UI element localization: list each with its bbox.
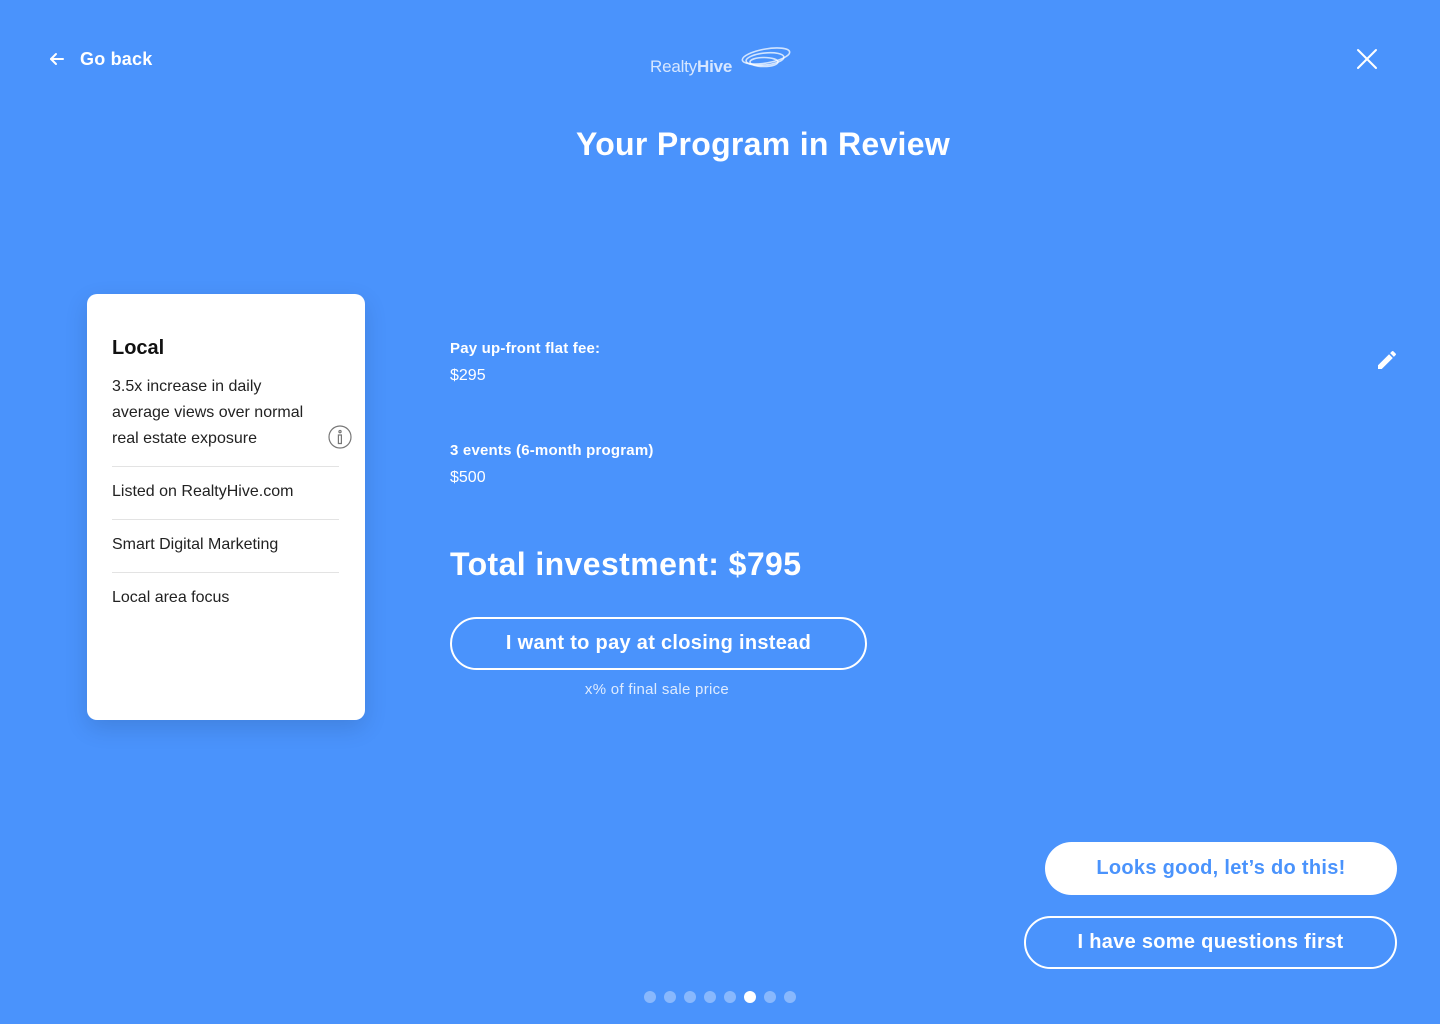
pay-at-closing-note: x% of final sale price: [584, 681, 730, 698]
close-button[interactable]: [1354, 46, 1380, 72]
pencil-icon[interactable]: [1375, 348, 1399, 372]
questions-button[interactable]: I have some questions first: [1024, 916, 1397, 969]
feature-text: 3.5x increase in daily average views ove…: [112, 378, 304, 447]
feature-item: Listed on RealtyHive.com: [112, 466, 339, 519]
feature-item: Smart Digital Marketing: [112, 519, 339, 572]
feature-list: 3.5x increase in daily average views ove…: [112, 374, 352, 625]
program-title: Local: [112, 337, 165, 359]
pagination-dot[interactable]: [704, 991, 716, 1003]
pagination-dot[interactable]: [684, 991, 696, 1003]
logo-swirl-icon: [741, 47, 791, 68]
info-icon[interactable]: [328, 425, 352, 449]
pagination-dot[interactable]: [644, 991, 656, 1003]
events-fee: 3 events (6-month program) $500: [450, 440, 654, 491]
go-back-link[interactable]: Go back: [48, 46, 152, 72]
pagination-dot[interactable]: [724, 991, 736, 1003]
pagination-dots: [644, 991, 796, 1003]
pagination-dot[interactable]: [744, 991, 756, 1003]
total-investment: Total investment: $795: [450, 546, 802, 582]
go-back-label: Go back: [80, 48, 153, 69]
page-title: Your Program in Review: [575, 126, 951, 162]
confirm-button[interactable]: Looks good, let’s do this!: [1045, 842, 1397, 895]
arrow-left-icon: [48, 50, 66, 68]
upfront-fee: Pay up-front flat fee: $295: [450, 338, 600, 389]
pagination-dot[interactable]: [784, 991, 796, 1003]
fee-label: 3 events (6-month program): [450, 442, 654, 459]
fee-value: $500: [450, 469, 486, 486]
program-card: Local 3.5x increase in daily average vie…: [87, 294, 365, 720]
close-icon: [1357, 49, 1377, 69]
feature-item: Local area focus: [112, 572, 339, 625]
feature-item: 3.5x increase in daily average views ove…: [112, 374, 352, 466]
fee-value: $295: [450, 367, 486, 384]
logo-wordmark: RealtyHive: [650, 57, 733, 76]
pay-at-closing-button[interactable]: I want to pay at closing instead: [450, 617, 867, 670]
pagination-dot[interactable]: [664, 991, 676, 1003]
fee-label: Pay up-front flat fee:: [450, 340, 601, 357]
pagination-dot[interactable]: [764, 991, 776, 1003]
realtyhive-logo: RealtyHive: [648, 40, 798, 80]
